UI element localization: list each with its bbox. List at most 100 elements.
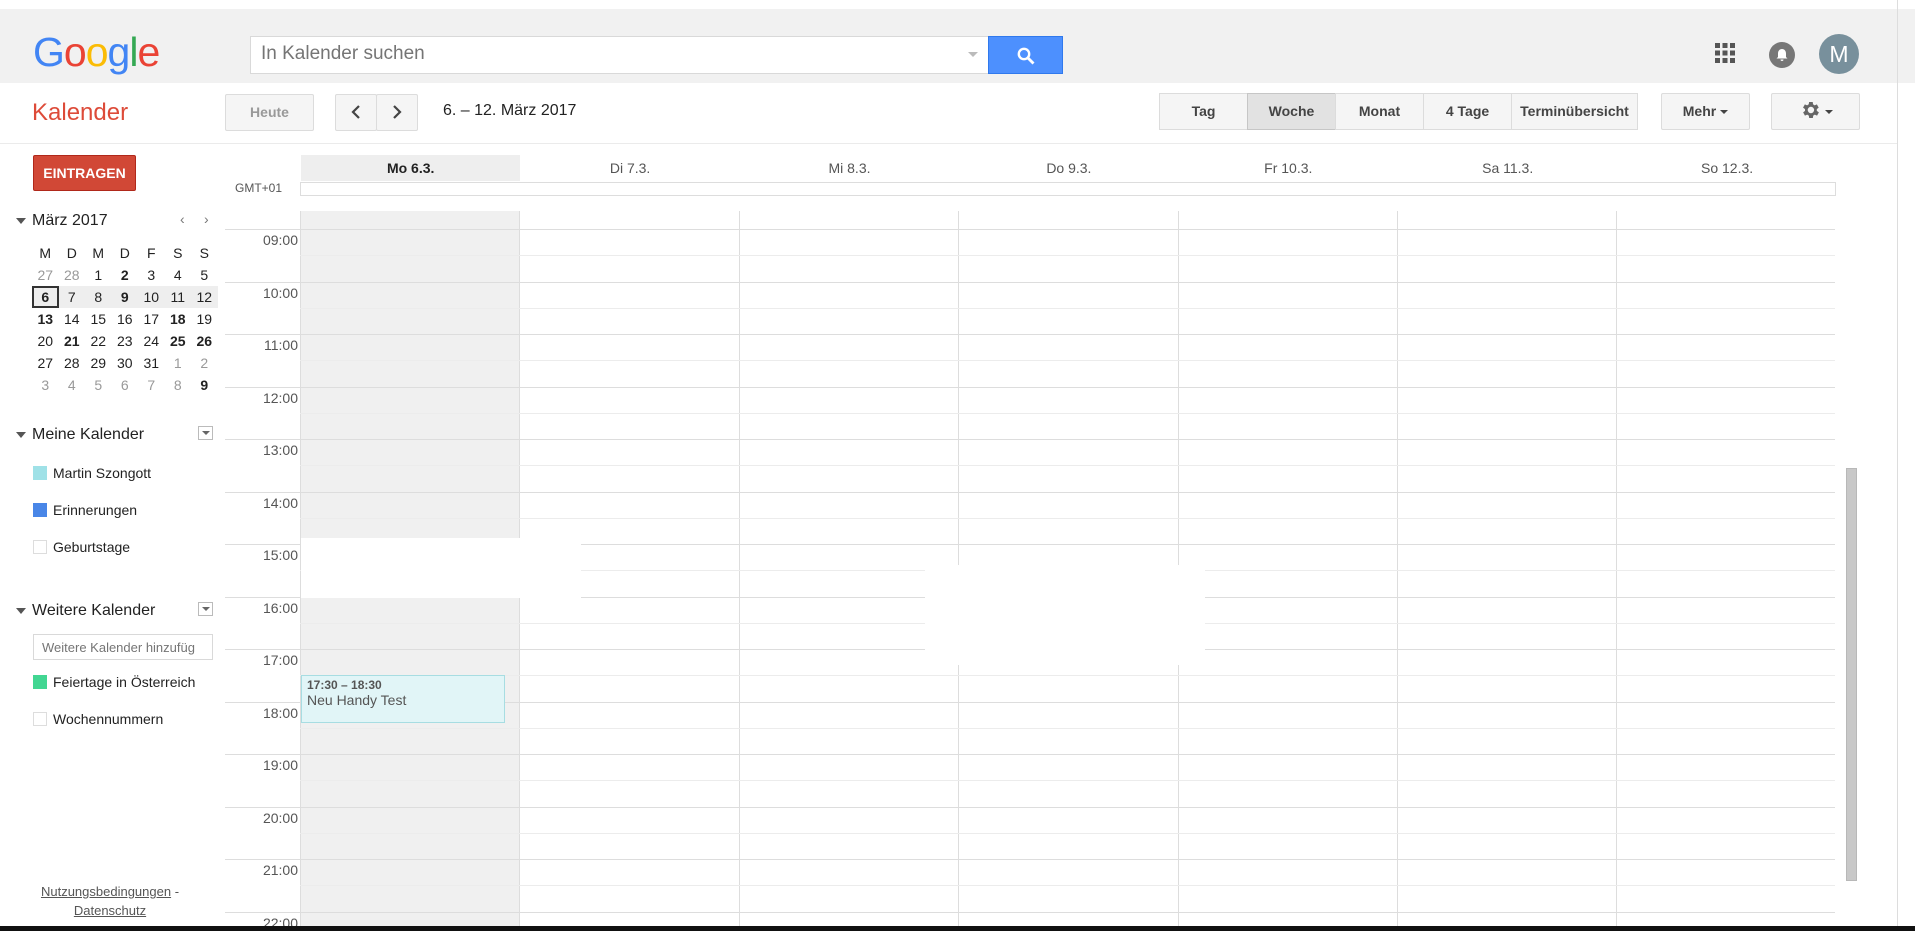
all-day-row[interactable] <box>300 182 1836 196</box>
create-event-button[interactable]: EINTRAGEN <box>33 155 136 191</box>
day-header[interactable]: Mi 8.3. <box>740 155 959 181</box>
mini-next-month-icon[interactable]: › <box>204 211 209 227</box>
other-calendars-header[interactable]: Weitere Kalender <box>16 602 155 620</box>
mini-day[interactable]: 7 <box>138 374 165 396</box>
logo-letter: G <box>33 29 65 75</box>
other-calendars-menu-button[interactable] <box>198 602 213 616</box>
collapse-triangle-icon[interactable] <box>16 431 26 438</box>
mini-day[interactable]: 2 <box>112 264 139 286</box>
my-calendars-header[interactable]: Meine Kalender <box>16 426 144 444</box>
mini-day[interactable]: 5 <box>191 264 218 286</box>
calendar-name: Geburtstage <box>53 539 131 555</box>
today-button[interactable]: Heute <box>225 94 314 131</box>
mini-day[interactable]: 27 <box>32 264 59 286</box>
settings-button[interactable] <box>1771 93 1860 130</box>
dropdown-caret-icon <box>1720 110 1729 115</box>
mini-day[interactable]: 1 <box>165 352 192 374</box>
search-box[interactable] <box>250 36 989 74</box>
mini-day[interactable]: 26 <box>191 330 218 352</box>
search-button[interactable] <box>988 36 1063 74</box>
terms-link[interactable]: Nutzungsbedingungen <box>41 884 171 899</box>
calendar-item-martin[interactable]: Martin Szongott <box>33 465 151 481</box>
mini-prev-month-icon[interactable]: ‹ <box>180 211 185 227</box>
apps-grid-icon[interactable] <box>1715 43 1735 63</box>
mini-day[interactable]: 22 <box>85 330 112 352</box>
view-day-button[interactable]: Tag <box>1159 93 1248 130</box>
hour-line <box>225 229 1835 230</box>
day-header[interactable]: Mo 6.3. <box>301 155 521 181</box>
more-label: Mehr <box>1682 103 1717 119</box>
day-header[interactable]: Do 9.3. <box>959 155 1178 181</box>
mini-day[interactable]: 23 <box>112 330 139 352</box>
calendar-color-swatch[interactable] <box>33 466 47 480</box>
add-calendar-input[interactable] <box>33 634 213 660</box>
mini-day[interactable]: 25 <box>165 330 192 352</box>
more-button[interactable]: Mehr <box>1661 93 1750 130</box>
mini-day[interactable]: 29 <box>85 352 112 374</box>
mini-day[interactable]: 4 <box>165 264 192 286</box>
next-week-button[interactable] <box>376 94 418 131</box>
mini-day[interactable]: 5 <box>85 374 112 396</box>
calendar-color-swatch[interactable] <box>33 503 47 517</box>
mini-day[interactable]: 1 <box>85 264 112 286</box>
day-header[interactable]: Di 7.3. <box>520 155 739 181</box>
mini-day[interactable]: 4 <box>59 374 86 396</box>
search-options-caret-icon[interactable] <box>968 52 978 57</box>
collapse-triangle-icon[interactable] <box>16 607 26 614</box>
google-logo[interactable]: Google <box>33 29 160 76</box>
prev-week-button[interactable] <box>335 94 377 131</box>
calendar-item-birthdays[interactable]: Geburtstage <box>33 539 130 555</box>
mini-day[interactable]: 20 <box>32 330 59 352</box>
day-header[interactable]: Sa 11.3. <box>1398 155 1617 181</box>
search-input[interactable] <box>251 37 941 71</box>
my-calendars-menu-button[interactable] <box>198 426 213 440</box>
mini-day[interactable]: 24 <box>138 330 165 352</box>
collapse-triangle-icon[interactable] <box>16 217 26 224</box>
mini-day[interactable]: 28 <box>59 264 86 286</box>
mini-day[interactable]: 3 <box>138 264 165 286</box>
mini-day[interactable]: 8 <box>165 374 192 396</box>
notifications-bell-icon[interactable] <box>1769 42 1795 68</box>
calendar-item-holidays[interactable]: Feiertage in Österreich <box>33 674 195 690</box>
mini-day[interactable]: 21 <box>59 330 86 352</box>
view-4days-button[interactable]: 4 Tage <box>1423 93 1512 130</box>
mini-day[interactable]: 30 <box>112 352 139 374</box>
mini-day[interactable]: 27 <box>32 352 59 374</box>
day-header[interactable]: So 12.3. <box>1617 155 1836 181</box>
privacy-link[interactable]: Datenschutz <box>74 903 146 918</box>
mini-day[interactable]: 12 <box>191 286 218 308</box>
mini-day[interactable]: 15 <box>85 308 112 330</box>
mini-day[interactable]: 13 <box>32 308 59 330</box>
mini-day[interactable]: 9 <box>111 286 138 308</box>
mini-day[interactable]: 16 <box>112 308 139 330</box>
mini-day[interactable]: 18 <box>165 308 192 330</box>
hour-grid[interactable]: 09:00 10:00 11:00 12:00 13:00 14:00 15:00 16:00… <box>225 211 1835 931</box>
calendar-item-reminders[interactable]: Erinnerungen <box>33 502 137 518</box>
view-week-button[interactable]: Woche <box>1247 93 1336 130</box>
mini-day[interactable]: 9 <box>191 374 218 396</box>
mini-calendar-header[interactable]: März 2017 <box>16 212 216 230</box>
mini-day[interactable]: 31 <box>138 352 165 374</box>
view-month-button[interactable]: Monat <box>1335 93 1424 130</box>
mini-day[interactable]: 17 <box>138 308 165 330</box>
mini-day[interactable]: 14 <box>59 308 86 330</box>
calendar-event[interactable]: 17:30 – 18:30 Neu Handy Test <box>301 675 505 724</box>
mini-day[interactable]: 19 <box>191 308 218 330</box>
calendar-item-week-numbers[interactable]: Wochennummern <box>33 711 163 727</box>
mini-day[interactable]: 10 <box>138 286 165 308</box>
mini-day[interactable]: 8 <box>85 286 112 308</box>
mini-day[interactable]: 7 <box>58 286 85 308</box>
calendar-color-swatch[interactable] <box>33 540 47 554</box>
day-header[interactable]: Fr 10.3. <box>1179 155 1398 181</box>
calendar-color-swatch[interactable] <box>33 712 47 726</box>
mini-day[interactable]: 3 <box>32 374 59 396</box>
mini-day[interactable]: 6 <box>32 286 59 308</box>
mini-day[interactable]: 6 <box>112 374 139 396</box>
mini-day[interactable]: 28 <box>59 352 86 374</box>
avatar[interactable]: M <box>1819 34 1859 74</box>
grid-scrollbar[interactable] <box>1846 468 1857 881</box>
mini-day[interactable]: 11 <box>164 286 191 308</box>
view-agenda-button[interactable]: Terminübersicht <box>1511 93 1638 130</box>
calendar-color-swatch[interactable] <box>33 675 47 689</box>
mini-day[interactable]: 2 <box>191 352 218 374</box>
